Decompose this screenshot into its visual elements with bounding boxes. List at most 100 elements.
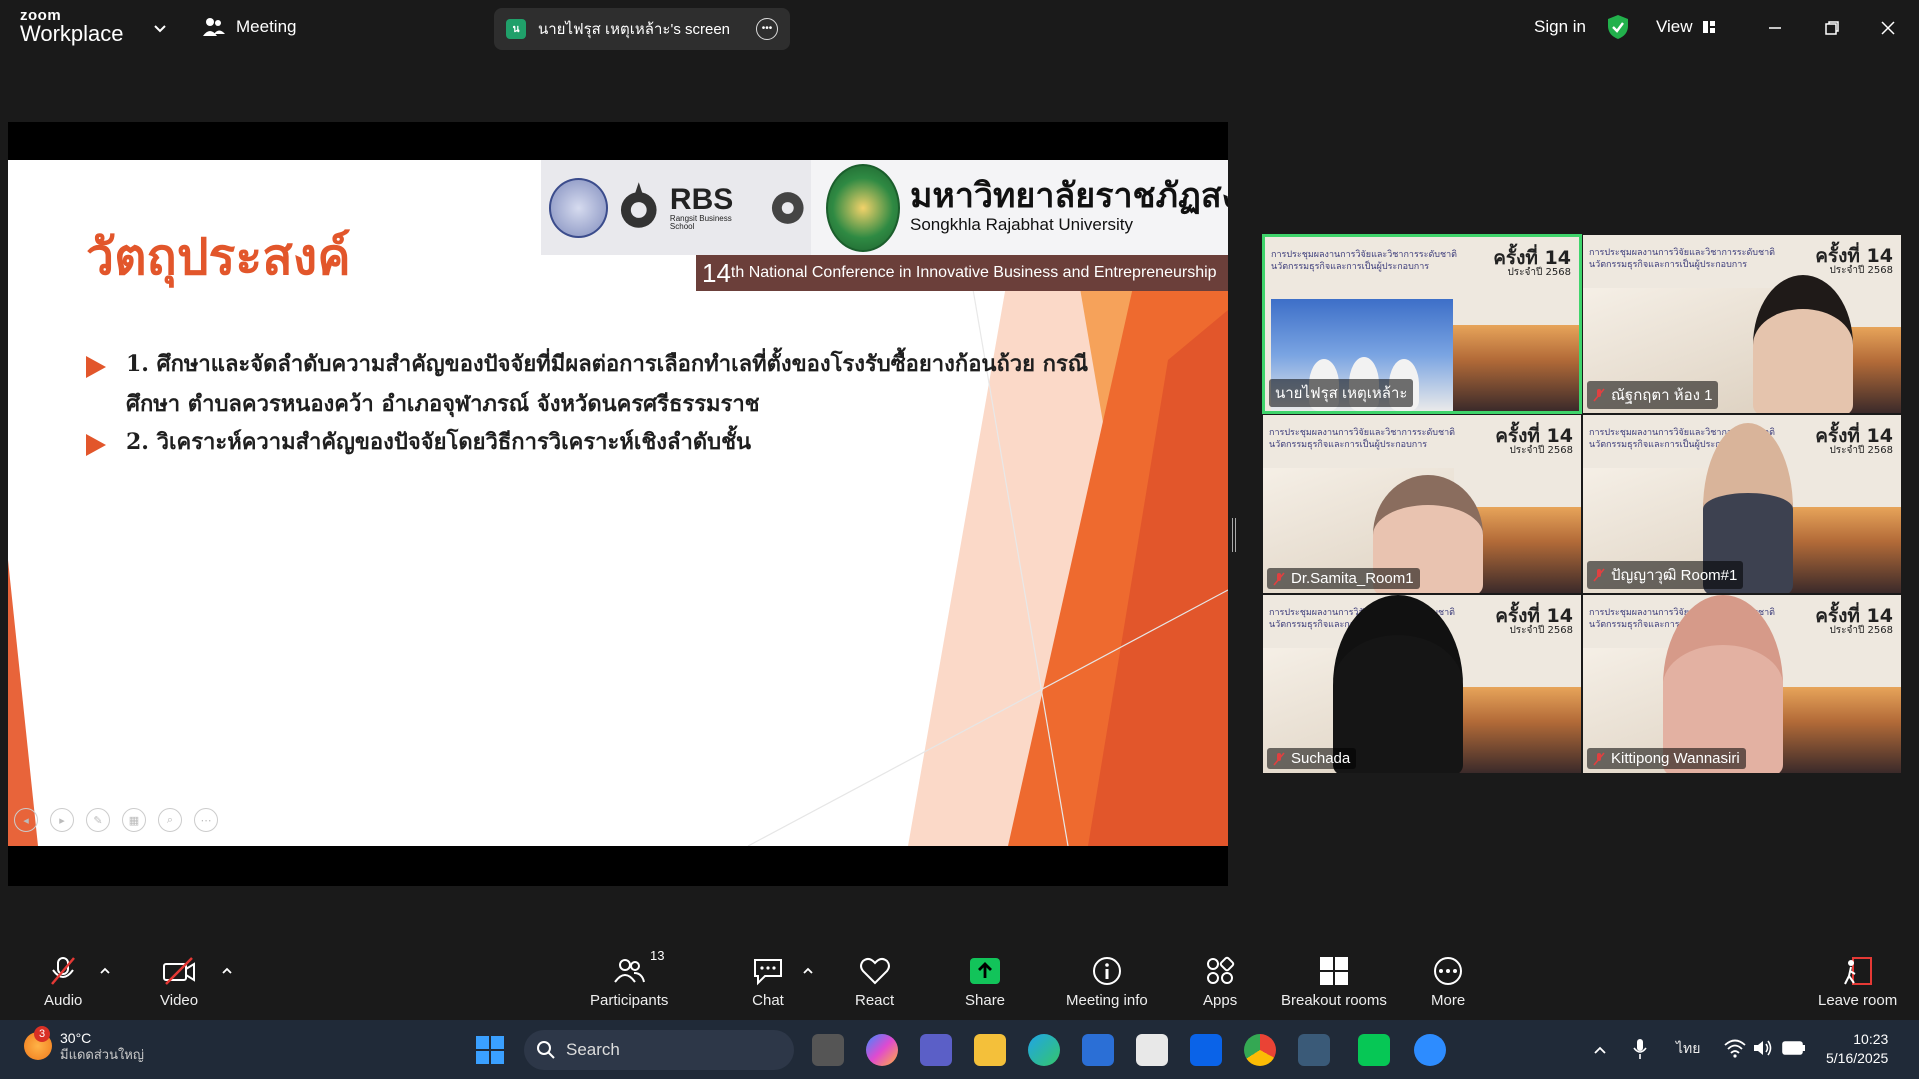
round-label: ครั้งที่ 14 ประจำปี 2568 (1815, 427, 1893, 456)
restore-button[interactable] (1816, 12, 1848, 44)
banner-line-1: การประชุมผลงานการวิจัยและวิชาการระดับชาต… (1269, 428, 1456, 438)
leave-door-icon (1843, 957, 1872, 985)
breakout-rooms-button[interactable]: Breakout rooms (1281, 956, 1387, 1009)
encryption-shield-icon[interactable] (1606, 14, 1630, 40)
more-icon[interactable]: ⋯ (194, 808, 218, 832)
slide-navigation-tools: ◂ ▸ ✎ ▦ ⌕ ⋯ (14, 808, 218, 832)
round-number: ครั้งที่ 14 (1495, 605, 1573, 627)
video-tile-3[interactable]: การประชุมผลงานการวิจัยและวิชาการระดับชาต… (1262, 414, 1582, 594)
round-number: ครั้งที่ 14 (1815, 605, 1893, 627)
video-button[interactable]: Video (160, 956, 198, 1009)
react-button[interactable]: React (855, 956, 894, 1009)
info-icon (1092, 957, 1121, 985)
dropbox-icon[interactable] (1190, 1034, 1222, 1066)
conference-banner: 14 th National Conference in Innovative … (696, 255, 1228, 291)
chrome-icon[interactable] (1244, 1034, 1276, 1066)
apps-button[interactable]: Apps (1203, 956, 1237, 1009)
banner-line-2: นวัตกรรมธุรกิจและการเป็นผู้ประกอบการ (1271, 262, 1430, 272)
copilot-icon[interactable] (866, 1034, 898, 1066)
rbs-emblem-icon (621, 181, 657, 228)
video-tile-5[interactable]: การประชุมผลงานการวิจัยและวิชาการระดับชาต… (1262, 594, 1582, 774)
windows-start-icon[interactable] (474, 1034, 506, 1066)
share-title: นายไฟรุส เหตุเหล้าะ's screen (538, 21, 731, 38)
share-label: Share (965, 992, 1006, 1009)
snipping-tool-icon[interactable] (1298, 1034, 1330, 1066)
objective-text-2: 2. วิเคราะห์ความสำคัญของปัจจัยโดยวิธีการ… (126, 429, 752, 455)
zoom-icon[interactable]: ⌕ (158, 808, 182, 832)
restore-icon (1825, 21, 1839, 35)
chat-options-chevron-icon[interactable] (801, 964, 815, 978)
battery-icon[interactable] (1782, 1040, 1806, 1056)
participant-name-tag: Dr.Samita_Room1 (1267, 568, 1420, 589)
participants-button[interactable]: Participants (590, 956, 668, 1009)
meeting-info-button[interactable]: Meeting info (1066, 956, 1148, 1009)
show-hidden-icons-icon[interactable] (1592, 1042, 1608, 1058)
video-tile-6[interactable]: การประชุมผลงานการวิจัยและวิชาการระดับชาต… (1582, 594, 1902, 774)
participant-video (1753, 275, 1853, 413)
panel-splitter-handle[interactable] (1232, 518, 1236, 552)
more-label: More (1431, 992, 1466, 1009)
share-screen-icon (970, 958, 1001, 984)
wifi-icon[interactable] (1724, 1038, 1746, 1058)
objective-bullet-2: 2. วิเคราะห์ความสำคัญของปัจจัยโดยวิธีการ… (86, 422, 1126, 462)
pen-icon[interactable]: ✎ (86, 808, 110, 832)
screen-share-indicator[interactable]: น นายไฟรุส เหตุเหล้าะ's screen ••• (494, 8, 790, 50)
file-explorer-icon[interactable] (974, 1034, 1006, 1066)
rbs-logo-text: RBS Rangsit Business School (670, 184, 758, 231)
participant-name: Dr.Samita_Room1 (1291, 570, 1414, 587)
store-icon[interactable] (1082, 1034, 1114, 1066)
system-clock[interactable]: 10:23 5/16/2025 (1826, 1030, 1888, 1068)
more-button[interactable]: More (1431, 956, 1465, 1009)
weather-badge: 3 (34, 1026, 50, 1043)
meeting-label: Meeting (236, 17, 297, 36)
zoom-app-icon[interactable] (1414, 1034, 1446, 1066)
city-silhouette (1766, 687, 1901, 773)
chevron-down-icon[interactable] (150, 18, 170, 38)
slides-grid-icon[interactable]: ▦ (122, 808, 146, 832)
amazon-icon[interactable] (1136, 1034, 1168, 1066)
video-tile-1[interactable]: การประชุมผลงานการวิจัยและวิชาการระดับชาต… (1262, 234, 1582, 414)
previous-slide-icon[interactable]: ◂ (14, 808, 38, 832)
input-language[interactable]: ไทย (1676, 1038, 1700, 1060)
audio-options-chevron-icon[interactable] (98, 964, 112, 978)
conference-number: 14 (702, 257, 731, 288)
video-tile-2[interactable]: การประชุมผลงานการวิจัยและวิชาการระดับชาต… (1582, 234, 1902, 414)
chat-label: Chat (752, 992, 784, 1009)
volume-icon[interactable] (1752, 1038, 1774, 1058)
round-label: ครั้งที่ 14 ประจำปี 2568 (1815, 607, 1893, 636)
line-app-icon[interactable] (1358, 1034, 1390, 1066)
share-button[interactable]: Share (965, 956, 1005, 1009)
chat-icon (754, 959, 782, 986)
meeting-menu[interactable]: Meeting (202, 16, 296, 38)
next-slide-icon[interactable]: ▸ (50, 808, 74, 832)
video-off-icon (163, 957, 196, 985)
edge-icon[interactable] (1028, 1034, 1060, 1066)
sign-in-link[interactable]: Sign in (1534, 17, 1586, 37)
teams-icon[interactable] (920, 1034, 952, 1066)
participants-count: 13 (650, 948, 665, 963)
microphone-tray-icon[interactable] (1632, 1038, 1648, 1060)
video-tile-4[interactable]: การประชุมผลงานการวิจัยและวิชาการระดับชาต… (1582, 414, 1902, 594)
participant-name: นายไฟรุส เหตุเหล้าะ (1275, 385, 1408, 402)
view-menu[interactable]: View (1656, 17, 1717, 37)
view-grid-icon (1702, 21, 1715, 33)
close-button[interactable] (1872, 12, 1904, 44)
weather-widget[interactable]: 3 30°C มีแดดส่วนใหญ่ (24, 1026, 144, 1062)
heart-icon (859, 957, 890, 985)
clock-date: 5/16/2025 (1826, 1050, 1889, 1066)
more-options-icon[interactable]: ••• (756, 18, 778, 40)
windows-taskbar: 3 30°C มีแดดส่วนใหญ่ Search ไทย 10:23 5/… (0, 1020, 1919, 1079)
apps-icon (1207, 956, 1235, 984)
participant-name: ณัฐกฤตา ห้อง 1 (1611, 387, 1713, 404)
audio-button[interactable]: Audio (44, 956, 82, 1009)
leave-room-button[interactable]: Leave room (1818, 956, 1897, 1009)
minimize-button[interactable] (1759, 12, 1791, 44)
muted-mic-icon (1273, 751, 1285, 766)
chat-button[interactable]: Chat (751, 956, 785, 1009)
sharer-avatar: น (506, 19, 526, 39)
video-options-chevron-icon[interactable] (220, 964, 234, 978)
task-view-icon[interactable] (812, 1034, 844, 1066)
round-number: ครั้งที่ 14 (1495, 425, 1573, 447)
taskbar-search[interactable]: Search (524, 1030, 794, 1070)
objective-bullet-1: 1. ศึกษาและจัดลำดับความสำคัญของปัจจัยที่… (86, 344, 1126, 424)
